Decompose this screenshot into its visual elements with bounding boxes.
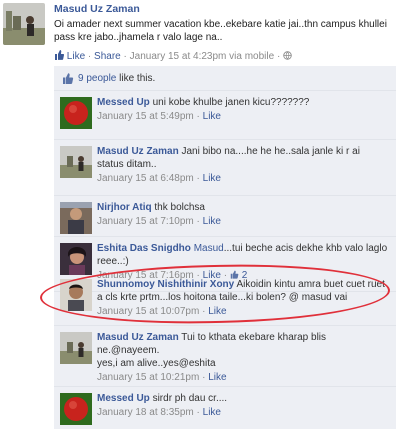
likes-text: 9 people like this. xyxy=(78,73,156,84)
post-like-link[interactable]: Like xyxy=(67,51,85,62)
comments-panel: 9 people like this. Messed Up uni kobe k… xyxy=(54,66,396,429)
comment-body: Masud Uz Zaman Jani bibo na....he he he.… xyxy=(97,145,389,185)
comment-time[interactable]: January 15 at 7:10pm xyxy=(97,216,194,227)
comment-meta: January 15 at 5:49pm · Like xyxy=(97,111,221,122)
comment-like-link[interactable]: Like xyxy=(203,173,221,184)
comment-author[interactable]: Messed Up xyxy=(97,393,150,404)
post-share-link[interactable]: Share xyxy=(94,51,121,62)
post-meta: Like · Share · January 15 at 4:23pm via … xyxy=(54,50,292,62)
likes-count-link[interactable]: 9 people xyxy=(78,73,116,84)
comment-like-link[interactable]: Like xyxy=(208,372,226,383)
comment-meta: January 15 at 7:10pm · Like xyxy=(97,216,221,227)
comment-meta: January 18 at 8:35pm · Like xyxy=(97,407,221,418)
like-icon[interactable] xyxy=(54,50,65,60)
comment-author[interactable]: Nirjhor Atiq xyxy=(97,202,152,213)
separator-dot: · xyxy=(87,51,92,62)
comment-author[interactable]: Masud Uz Zaman xyxy=(97,146,179,157)
comment-meta: January 15 at 6:48pm · Like xyxy=(97,173,221,184)
commenter-avatar[interactable] xyxy=(60,332,92,364)
comment-body: Messed Up sirdr ph dau cr.... January 18… xyxy=(97,392,389,419)
globe-icon xyxy=(283,51,292,60)
comment-like-link[interactable]: Like xyxy=(203,216,221,227)
comment-item: Masud Uz Zaman Jani bibo na....he he he.… xyxy=(54,140,396,196)
comment-like-link[interactable]: Like xyxy=(203,111,221,122)
commenter-avatar[interactable] xyxy=(60,146,92,178)
comment-item: Nirjhor Atiq thk bolchsa January 15 at 7… xyxy=(54,196,396,237)
likes-summary: 9 people like this. xyxy=(54,66,396,91)
comment-text-line2: yes,i am alive..yes@eshita xyxy=(97,358,216,369)
comment-time[interactable]: January 15 at 5:49pm xyxy=(97,111,194,122)
comment-time[interactable]: January 15 at 6:48pm xyxy=(97,173,194,184)
comment-author[interactable]: Eshita Das Snigdho xyxy=(97,243,191,254)
comment-body: Nirjhor Atiq thk bolchsa January 15 at 7… xyxy=(97,201,389,228)
comment-item: Masud Uz Zaman Tui to kthata ekebare kha… xyxy=(54,326,396,387)
commenter-avatar[interactable] xyxy=(60,243,92,275)
comment-meta: January 15 at 10:21pm · Like xyxy=(97,372,227,383)
post-author-name[interactable]: Masud Uz Zaman xyxy=(54,3,140,15)
post-timestamp[interactable]: January 15 at 4:23pm via mobile xyxy=(130,51,275,62)
comment-time[interactable]: January 18 at 8:35pm xyxy=(97,407,194,418)
comment-author[interactable]: Messed Up xyxy=(97,97,150,108)
comment-text: thk bolchsa xyxy=(154,202,205,213)
comment-time[interactable]: January 15 at 10:21pm xyxy=(97,372,199,383)
separator-dot: · xyxy=(276,51,281,62)
separator-dot: · xyxy=(123,51,127,62)
commenter-avatar[interactable] xyxy=(60,393,92,425)
thumbs-up-icon xyxy=(63,73,74,84)
comment-body: Masud Uz Zaman Tui to kthata ekebare kha… xyxy=(97,331,389,384)
comment-text: sirdr ph dau cr.... xyxy=(152,393,228,404)
comment-body: Messed Up uni kobe khulbe janen kicu????… xyxy=(97,96,389,123)
commenter-avatar[interactable] xyxy=(60,97,92,129)
comment-item: Messed Up sirdr ph dau cr.... January 18… xyxy=(54,387,396,429)
comment-author[interactable]: Masud Uz Zaman xyxy=(97,332,179,343)
comment-mention[interactable]: Masud xyxy=(194,243,224,254)
commenter-avatar[interactable] xyxy=(60,202,92,234)
comment-like-link[interactable]: Like xyxy=(203,407,221,418)
comment-text: uni kobe khulbe janen kicu??????? xyxy=(152,97,310,108)
post-text: Oi amader next summer vacation kbe..ekeb… xyxy=(54,19,387,43)
comment-item: Messed Up uni kobe khulbe janen kicu????… xyxy=(54,91,396,140)
post-author-avatar[interactable] xyxy=(3,3,45,45)
